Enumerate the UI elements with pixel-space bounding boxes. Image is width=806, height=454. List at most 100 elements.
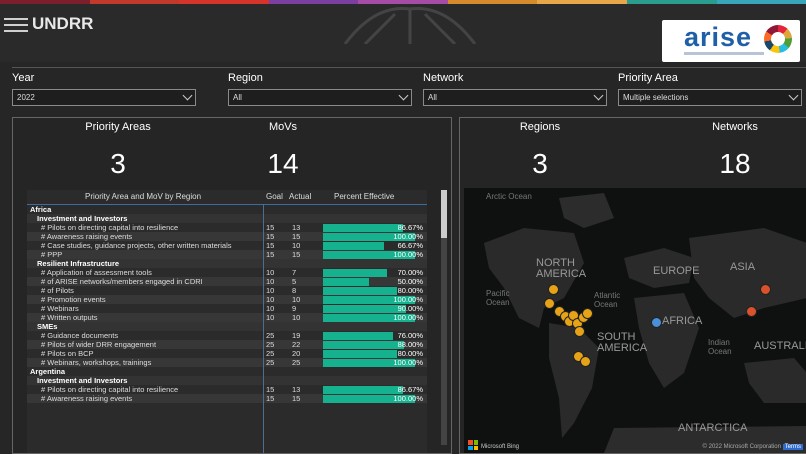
row-progress-bar (323, 305, 406, 313)
row-actual: 13 (292, 223, 300, 232)
table-row[interactable]: # Written outputs1010100.00% (27, 313, 427, 322)
row-actual: 15 (292, 394, 300, 403)
row-goal: 15 (266, 223, 274, 232)
row-percent: 50.00% (398, 277, 423, 286)
row-actual: 10 (292, 241, 300, 250)
row-label: # Awareness raising events (41, 394, 132, 403)
region-filter-label: Region (228, 72, 412, 84)
network-select-value: All (428, 93, 437, 102)
row-percent: 80.00% (398, 286, 423, 295)
year-filter-label: Year (12, 72, 196, 84)
row-label: # Pilots on directing capital into resil… (41, 223, 178, 232)
row-label: # Written outputs (41, 313, 98, 322)
row-label: # Pilots on BCP (41, 349, 94, 358)
priority-area-row[interactable]: Resilient Infrastructure (27, 259, 427, 268)
row-percent: 66.67% (398, 241, 423, 250)
scrollbar-thumb[interactable] (441, 190, 447, 238)
menu-icon[interactable] (4, 18, 28, 34)
table-row[interactable]: # Webinars, workshops, trainings2525100.… (27, 358, 427, 367)
table-row[interactable]: # Pilots on directing capital into resil… (27, 385, 427, 394)
regions-panel: Regions Networks 3 18 Arctic Ocean NORTH… (459, 117, 806, 454)
priority-area-row[interactable]: Investment and Investors (27, 214, 427, 223)
region-select[interactable]: All (228, 89, 412, 106)
table-row[interactable]: # of Pilots10880.00% (27, 286, 427, 295)
row-label: # Webinars (41, 304, 79, 313)
map-marker[interactable] (544, 298, 555, 309)
map-marker[interactable] (582, 308, 593, 319)
row-actual: 19 (292, 331, 300, 340)
priority-areas-value: 3 (83, 148, 153, 180)
map-marker[interactable] (651, 317, 662, 328)
row-progress-bar (323, 332, 393, 340)
priority-area-row[interactable]: SMEs (27, 322, 427, 331)
row-label: # PPP (41, 250, 62, 259)
table-row[interactable]: # Pilots on BCP252080.00% (27, 349, 427, 358)
row-progress-bar (323, 224, 403, 232)
chevron-down-icon (594, 91, 604, 101)
row-goal: 15 (266, 250, 274, 259)
row-goal: 15 (266, 232, 274, 241)
table-row[interactable]: # of ARISE networks/members engaged in C… (27, 277, 427, 286)
label-australia: AUSTRALI (754, 340, 806, 352)
region-row[interactable]: Africa (27, 205, 427, 214)
table-row[interactable]: # Pilots on directing capital into resil… (27, 223, 427, 232)
label-antarctica: ANTARCTICA (678, 422, 747, 434)
group-label: SMEs (37, 322, 57, 331)
row-percent: 90.00% (398, 304, 423, 313)
row-goal: 10 (266, 277, 274, 286)
map-credit: Microsoft Bing (481, 444, 519, 450)
table-row[interactable]: # PPP1515100.00% (27, 250, 427, 259)
table-row[interactable]: # Guidance documents251976.00% (27, 331, 427, 340)
regions-value: 3 (510, 148, 570, 180)
row-actual: 25 (292, 358, 300, 367)
world-map[interactable]: Arctic Ocean NORTH AMERICA EUROPE ASIA P… (464, 188, 806, 453)
sdg-ring-icon (764, 25, 792, 53)
table-row[interactable]: # Webinars10990.00% (27, 304, 427, 313)
network-filter-label: Network (423, 72, 607, 84)
row-label: # Webinars, workshops, trainings (41, 358, 151, 367)
row-percent: 88.00% (398, 340, 423, 349)
row-goal: 25 (266, 349, 274, 358)
col-pct-header: Percent Effective (334, 192, 394, 201)
row-progress-bar (323, 341, 404, 349)
priority-area-row[interactable]: Investment and Investors (27, 376, 427, 385)
map-marker[interactable] (548, 284, 559, 295)
priority-area-filter: Priority Area Multiple selections (618, 72, 802, 106)
col-goal-header: Goal (266, 192, 283, 201)
table-scrollbar[interactable] (441, 190, 447, 445)
table-row[interactable]: # Promotion events1010100.00% (27, 295, 427, 304)
map-marker[interactable] (574, 326, 585, 337)
map-marker[interactable] (760, 284, 771, 295)
row-label: # of ARISE networks/members engaged in C… (41, 277, 203, 286)
row-goal: 15 (266, 385, 274, 394)
row-label: # Pilots on directing capital into resil… (41, 385, 178, 394)
table-row[interactable]: # Awareness raising events1515100.00% (27, 394, 427, 403)
map-marker[interactable] (746, 306, 757, 317)
header: UNDRR arise (0, 4, 806, 62)
row-progress-bar (323, 386, 403, 394)
group-label: Resilient Infrastructure (37, 259, 119, 268)
brand-title: UNDRR (32, 14, 93, 34)
row-goal: 15 (266, 394, 274, 403)
group-label: Argentina (30, 367, 65, 376)
table-row[interactable]: # Awareness raising events1515100.00% (27, 232, 427, 241)
row-percent: 80.00% (398, 349, 423, 358)
row-actual: 7 (292, 268, 296, 277)
priority-area-select[interactable]: Multiple selections (618, 89, 802, 106)
map-terms-link[interactable]: Terms (783, 444, 803, 450)
table-header: Priority Area and MoV by Region Goal Act… (27, 190, 427, 205)
region-row[interactable]: Argentina (27, 367, 427, 376)
priority-areas-label: Priority Areas (63, 121, 173, 133)
networks-label: Networks (695, 121, 775, 133)
row-percent: 70.00% (398, 268, 423, 277)
label-south-america: SOUTH AMERICA (597, 332, 657, 354)
logo-tagline (684, 52, 764, 55)
priority-area-select-value: Multiple selections (623, 93, 688, 102)
network-select[interactable]: All (423, 89, 607, 106)
row-percent: 76.00% (398, 331, 423, 340)
table-row[interactable]: # Case studies, guidance projects, other… (27, 241, 427, 250)
year-select[interactable]: 2022 (12, 89, 196, 106)
table-row[interactable]: # Application of assessment tools10770.0… (27, 268, 427, 277)
map-marker[interactable] (580, 356, 591, 367)
table-row[interactable]: # Pilots of wider DRR engagement252288.0… (27, 340, 427, 349)
